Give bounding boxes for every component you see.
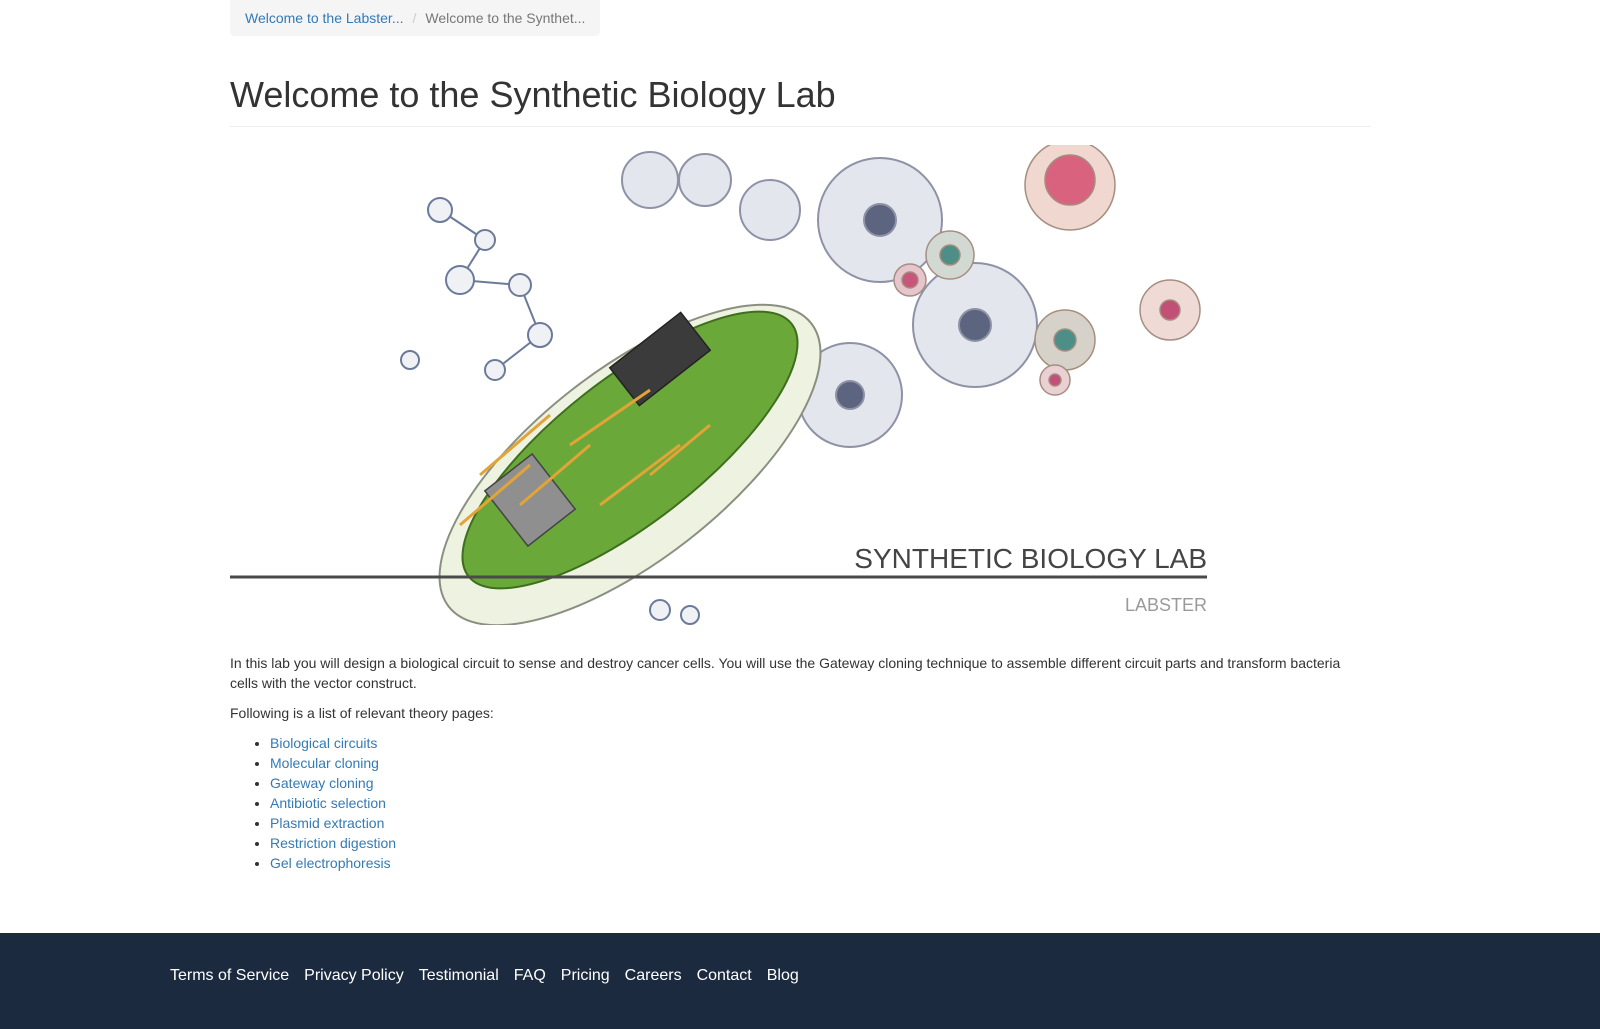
site-footer: Terms of Service Privacy Policy Testimon… — [0, 933, 1600, 1029]
theory-link-gateway-cloning[interactable]: Gateway cloning — [270, 775, 374, 791]
theory-link-restriction-digestion[interactable]: Restriction digestion — [270, 835, 396, 851]
footer-link-contact[interactable]: Contact — [697, 967, 752, 985]
breadcrumb-separator: / — [412, 10, 417, 26]
hero-illustration: SYNTHETIC BIOLOGY LAB LABSTER — [230, 145, 1207, 625]
footer-link-blog[interactable]: Blog — [767, 967, 799, 985]
main-container: Welcome to the Labster... / Welcome to t… — [230, 0, 1371, 871]
footer-link-terms[interactable]: Terms of Service — [170, 967, 289, 985]
breadcrumb-current: Welcome to the Synthet... — [425, 10, 586, 26]
footer-nav: Terms of Service Privacy Policy Testimon… — [170, 967, 799, 985]
lab-description: In this lab you will design a biological… — [230, 655, 1341, 691]
list-item: Gateway cloning — [270, 773, 396, 793]
hero-image: SYNTHETIC BIOLOGY LAB LABSTER — [230, 145, 1207, 625]
breadcrumb: Welcome to the Labster... / Welcome to t… — [230, 0, 601, 36]
list-item: Gel electrophoresis — [270, 853, 396, 873]
theory-link-antibiotic-selection[interactable]: Antibiotic selection — [270, 795, 386, 811]
footer-link-testimonial[interactable]: Testimonial — [419, 967, 499, 985]
list-item: Molecular cloning — [270, 753, 396, 773]
list-item: Plasmid extraction — [270, 813, 396, 833]
footer-link-faq[interactable]: FAQ — [514, 967, 546, 985]
theory-link-plasmid-extraction[interactable]: Plasmid extraction — [270, 815, 384, 831]
list-item: Biological circuits — [270, 733, 396, 753]
theory-list: Biological circuits Molecular cloning Ga… — [270, 733, 396, 873]
list-item: Antibiotic selection — [270, 793, 396, 813]
hero-title: SYNTHETIC BIOLOGY LAB — [854, 543, 1207, 574]
hero-subtitle: LABSTER — [1125, 595, 1207, 615]
footer-link-privacy[interactable]: Privacy Policy — [304, 967, 404, 985]
theory-link-molecular-cloning[interactable]: Molecular cloning — [270, 755, 379, 771]
footer-link-careers[interactable]: Careers — [625, 967, 682, 985]
theory-link-gel-electrophoresis[interactable]: Gel electrophoresis — [270, 855, 391, 871]
theory-intro: Following is a list of relevant theory p… — [230, 705, 494, 721]
breadcrumb-link-labster[interactable]: Welcome to the Labster... — [245, 10, 404, 26]
list-item: Restriction digestion — [270, 833, 396, 853]
bacterium-group — [438, 303, 822, 625]
page-title: Welcome to the Synthetic Biology Lab — [230, 72, 1371, 127]
footer-link-pricing[interactable]: Pricing — [561, 967, 610, 985]
theory-link-biological-circuits[interactable]: Biological circuits — [270, 735, 377, 751]
